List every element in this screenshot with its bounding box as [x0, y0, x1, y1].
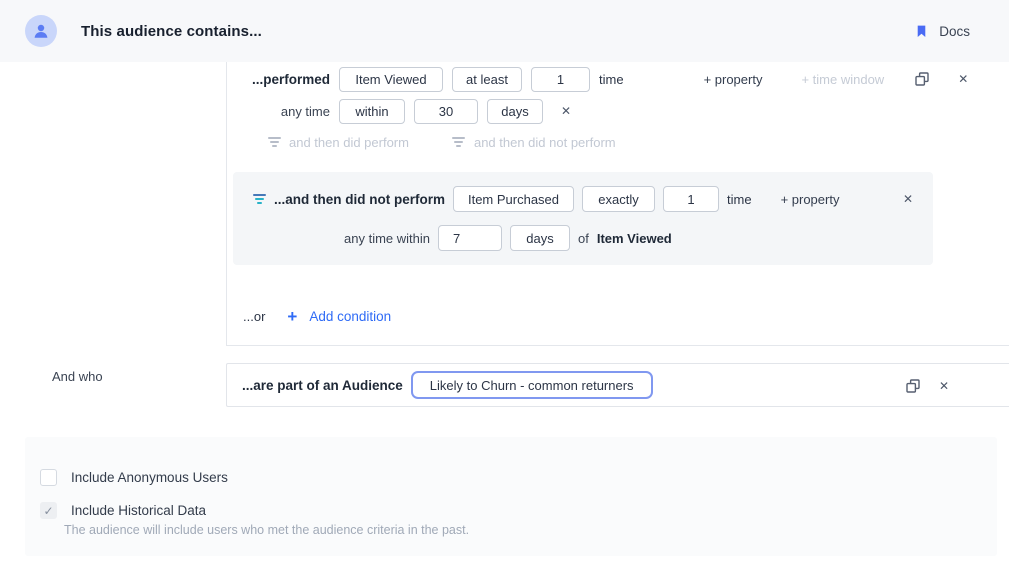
add-condition-button[interactable]: Add condition — [309, 309, 391, 324]
historical-data-description: The audience will include users who met … — [64, 523, 469, 537]
count-input[interactable] — [531, 67, 590, 92]
historical-data-label: Include Historical Data — [71, 503, 206, 518]
historical-data-option: ✓ Include Historical Data — [40, 502, 206, 519]
subcount-suffix: time — [727, 192, 752, 207]
or-label: ...or — [243, 309, 265, 324]
historical-data-checkbox[interactable]: ✓ — [40, 502, 57, 519]
sub-time-value-input[interactable] — [438, 225, 502, 251]
remove-audience-icon[interactable]: ✕ — [939, 380, 949, 392]
remove-subcondition-icon[interactable]: ✕ — [903, 193, 913, 205]
sequence-filter-icon — [252, 194, 266, 204]
subcount-input[interactable] — [663, 186, 719, 212]
condition-card-bottom-border — [226, 345, 1009, 346]
and-then-did-perform-option[interactable]: and then did perform — [267, 135, 409, 150]
connector-label: And who — [52, 369, 103, 384]
plus-icon: + — [287, 308, 297, 325]
subcondition-time-row: any time within days of Item Viewed — [252, 225, 672, 251]
sub-add-property-button[interactable]: + property — [781, 192, 840, 207]
sub-time-unit-select[interactable]: days — [510, 225, 570, 251]
anonymous-users-label: Include Anonymous Users — [71, 470, 228, 485]
remove-condition-icon[interactable]: ✕ — [958, 73, 968, 85]
remove-time-window-icon[interactable]: ✕ — [561, 105, 571, 117]
subcondition-row: ...and then did not perform Item Purchas… — [252, 186, 913, 212]
subcondition-panel: ...and then did not perform Item Purchas… — [233, 172, 933, 265]
docs-button[interactable]: Docs — [915, 0, 970, 62]
filter-icon — [267, 137, 281, 147]
sub-time-label: any time within — [252, 231, 430, 246]
subevent-select[interactable]: Item Purchased — [453, 186, 574, 212]
options-panel: Include Anonymous Users ✓ Include Histor… — [25, 437, 997, 556]
duplicate-audience-icon[interactable] — [906, 379, 920, 393]
performed-row: ...performed Item Viewed at least time +… — [233, 66, 968, 92]
audience-select[interactable]: Likely to Churn - common returners — [411, 371, 653, 399]
audience-row-label: ...are part of an Audience — [242, 378, 403, 393]
performed-label: ...performed — [233, 72, 330, 87]
anytime-label: any time — [233, 104, 330, 119]
anonymous-users-option: Include Anonymous Users — [40, 469, 228, 486]
suboperator-select[interactable]: exactly — [582, 186, 655, 212]
add-property-button[interactable]: + property — [704, 72, 763, 87]
person-icon — [32, 22, 50, 40]
duplicate-condition-icon[interactable] — [915, 72, 929, 86]
docs-label: Docs — [939, 24, 970, 39]
sequence-options-row: and then did perform and then did not pe… — [267, 132, 616, 152]
condition-card-left-border — [226, 62, 227, 345]
anonymous-users-checkbox[interactable] — [40, 469, 57, 486]
of-label: of — [578, 231, 589, 246]
time-unit-select[interactable]: days — [487, 99, 543, 124]
and-then-did-not-perform-option[interactable]: and then did not perform — [452, 135, 616, 150]
page-title: This audience contains... — [81, 0, 262, 62]
bookmark-icon — [915, 23, 928, 39]
audience-row-actions: ✕ — [906, 379, 949, 393]
or-row: ...or + Add condition — [243, 306, 391, 326]
time-window-row: any time within days ✕ — [233, 98, 571, 124]
subcondition-label: ...and then did not perform — [274, 192, 445, 207]
audience-builder-page: This audience contains... Docs ...perfor… — [0, 0, 1009, 580]
time-operator-select[interactable]: within — [339, 99, 405, 124]
time-value-input[interactable] — [414, 99, 478, 124]
audience-row: ...are part of an Audience Likely to Chu… — [242, 371, 653, 399]
operator-select[interactable]: at least — [452, 67, 522, 92]
add-time-window-button[interactable]: + time window — [801, 72, 884, 87]
of-event-label: Item Viewed — [597, 231, 672, 246]
event-select[interactable]: Item Viewed — [339, 67, 443, 92]
header: This audience contains... Docs — [0, 0, 1009, 62]
avatar — [25, 15, 57, 47]
filter-icon — [452, 137, 466, 147]
count-suffix: time — [599, 72, 624, 87]
